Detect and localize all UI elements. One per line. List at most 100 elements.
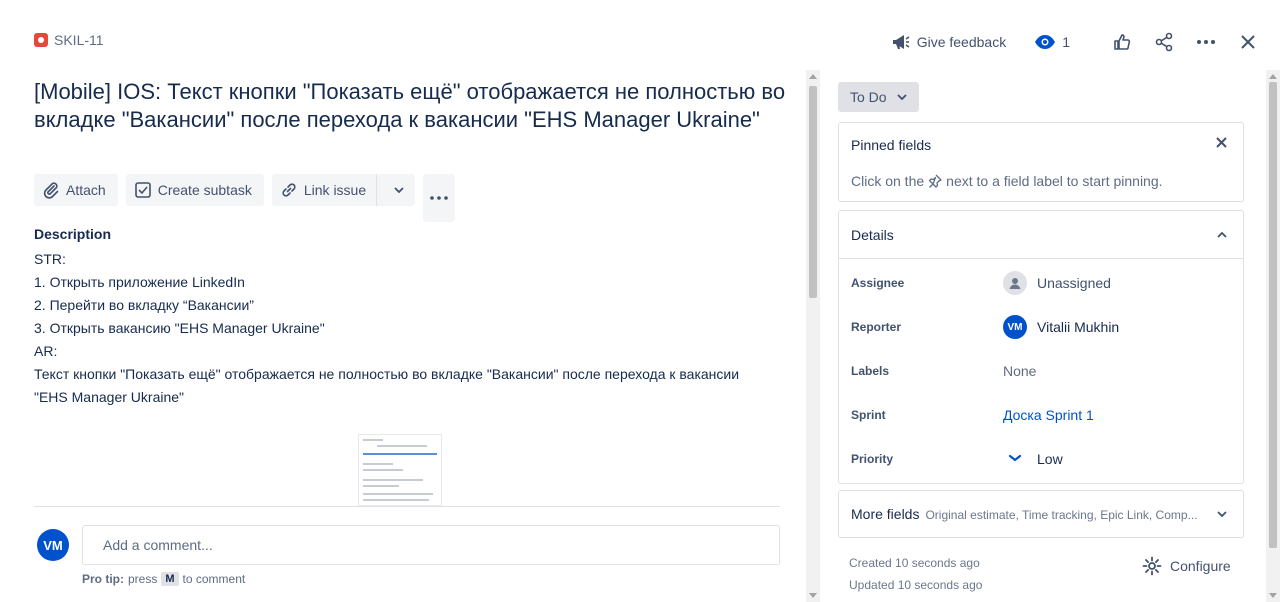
protip-label: Pro tip: — [82, 572, 124, 586]
field-label: Sprint — [851, 408, 886, 422]
paperclip-icon — [43, 182, 59, 199]
close-icon — [1216, 137, 1227, 148]
description-body[interactable]: STR: 1. Открыть приложение LinkedIn 2. П… — [34, 248, 774, 409]
add-comment-input[interactable]: Add a comment... — [82, 525, 780, 565]
current-user-avatar: VM — [37, 529, 69, 561]
details-header[interactable]: Details — [839, 211, 1243, 259]
close-pinned-button[interactable] — [1216, 135, 1227, 153]
link-issue-label: Link issue — [303, 182, 367, 198]
share-icon — [1155, 32, 1173, 52]
bug-issue-type-icon — [34, 33, 48, 47]
priority-label: Low — [1037, 451, 1063, 467]
pinned-fields-panel: Pinned fields Click on the next to a fie… — [838, 122, 1244, 202]
description-line: AR: — [34, 343, 58, 359]
chevron-down-icon — [394, 187, 404, 193]
toolbar-more-button[interactable] — [423, 174, 456, 222]
link-issue-split-button: Link issue — [271, 174, 416, 206]
protip-press: press — [128, 572, 158, 586]
description-heading: Description — [34, 226, 112, 242]
main-scrollbar[interactable] — [806, 70, 820, 602]
link-issue-dropdown[interactable] — [383, 174, 415, 206]
issue-title[interactable]: [Mobile] IOS: Текст кнопки "Показать ещё… — [34, 78, 794, 134]
scroll-thumb[interactable] — [809, 86, 817, 298]
assignee-value[interactable]: Unassigned — [1003, 271, 1111, 295]
field-label: Labels — [851, 364, 890, 378]
scroll-up-arrow[interactable] — [1269, 74, 1277, 79]
scroll-thumb[interactable] — [1269, 82, 1277, 548]
field-label: Assignee — [851, 276, 905, 290]
scroll-down-arrow[interactable] — [1269, 593, 1277, 598]
more-fields-header: More fields Original estimate, Time trac… — [851, 506, 1198, 522]
pinned-hint-before: Click on the — [851, 173, 925, 189]
more-fields-subtitle: Original estimate, Time tracking, Epic L… — [925, 508, 1198, 522]
shortcut-key: M — [161, 572, 179, 586]
configure-button[interactable]: Configure — [1142, 556, 1231, 576]
more-actions-button[interactable] — [1192, 28, 1220, 56]
more-fields-panel[interactable]: More fields Original estimate, Time trac… — [838, 490, 1244, 538]
pinned-hint-after: next to a field label to start pinning. — [946, 173, 1163, 189]
field-sprint[interactable]: Sprint Доска Sprint 1 — [851, 401, 1231, 429]
create-subtask-button[interactable]: Create subtask — [125, 174, 264, 206]
thumbnail-line — [363, 485, 399, 487]
field-label: Reporter — [851, 320, 902, 334]
description-line: Текст кнопки "Показать ещё" отображается… — [34, 366, 740, 405]
status-dropdown[interactable]: To Do — [838, 82, 919, 112]
thumbnail-line — [363, 469, 403, 471]
field-labels[interactable]: Labels None — [851, 357, 1231, 385]
subtask-icon — [134, 182, 151, 198]
scroll-down-arrow[interactable] — [809, 593, 817, 598]
pinned-fields-hint: Click on the next to a field label to st… — [851, 173, 1163, 189]
close-issue-button[interactable] — [1234, 28, 1262, 56]
field-priority[interactable]: Priority Low — [851, 445, 1231, 473]
description-line: 3. Открыть вакансию "EHS Manager Ukraine… — [34, 320, 325, 336]
pinned-fields-title: Pinned fields — [851, 137, 932, 153]
configure-label: Configure — [1170, 558, 1231, 574]
watchers-count: 1 — [1062, 34, 1070, 50]
priority-low-icon — [1008, 454, 1022, 462]
description-line: 1. Открыть приложение LinkedIn — [34, 274, 245, 290]
more-horizontal-icon — [1197, 40, 1215, 44]
give-feedback-button[interactable]: Give feedback — [891, 33, 1007, 51]
chevron-down-icon — [896, 94, 907, 100]
details-panel: Details Assignee Unassigned Reporter VM … — [838, 210, 1244, 484]
thumbnail-line — [363, 453, 437, 455]
issue-toolbar: Attach Create subtask Link issue — [34, 174, 456, 222]
attach-button[interactable]: Attach — [34, 174, 118, 206]
field-label: Priority — [851, 452, 894, 466]
scroll-up-arrow[interactable] — [809, 74, 817, 79]
thumbnail-line — [363, 493, 433, 495]
created-timestamp: Created 10 seconds ago — [849, 556, 980, 570]
attach-label: Attach — [66, 182, 106, 198]
gear-icon — [1142, 556, 1162, 576]
issue-key-label[interactable]: SKIL-11 — [54, 32, 104, 48]
watch-button[interactable]: 1 — [1034, 34, 1070, 50]
more-horizontal-icon — [430, 196, 448, 200]
description-line: 2. Перейти во вкладку “Вакансии” — [34, 297, 254, 313]
comment-protip: Pro tip: press M to comment — [82, 572, 245, 586]
pin-icon — [929, 174, 942, 188]
issue-key-breadcrumb[interactable]: SKIL-11 — [34, 32, 104, 48]
create-subtask-label: Create subtask — [157, 182, 252, 198]
labels-value[interactable]: None — [1003, 363, 1036, 379]
unassigned-avatar-icon — [1003, 271, 1027, 295]
reporter-value[interactable]: VM Vitalii Mukhin — [1003, 315, 1119, 339]
priority-value[interactable]: Low — [1003, 451, 1063, 467]
assignee-name: Unassigned — [1037, 275, 1111, 291]
field-reporter[interactable]: Reporter VM Vitalii Mukhin — [851, 313, 1231, 341]
link-issue-button[interactable]: Link issue — [272, 174, 378, 206]
share-button[interactable] — [1150, 28, 1178, 56]
reporter-name: Vitalii Mukhin — [1037, 319, 1120, 335]
eye-icon — [1035, 35, 1056, 49]
vote-button[interactable] — [1108, 28, 1136, 56]
sprint-link[interactable]: Доска Sprint 1 — [1003, 407, 1094, 423]
status-label: To Do — [850, 89, 887, 105]
field-assignee[interactable]: Assignee Unassigned — [851, 269, 1231, 297]
sidebar-scrollbar[interactable] — [1266, 70, 1280, 602]
protip-suffix: to comment — [182, 572, 246, 586]
details-title: Details — [851, 226, 894, 243]
give-feedback-label: Give feedback — [916, 34, 1007, 50]
issue-actions-bar: Give feedback 1 — [891, 28, 1262, 56]
attachment-thumbnail[interactable] — [358, 434, 442, 506]
thumbnail-line — [363, 479, 423, 481]
thumbnail-line — [363, 463, 393, 465]
